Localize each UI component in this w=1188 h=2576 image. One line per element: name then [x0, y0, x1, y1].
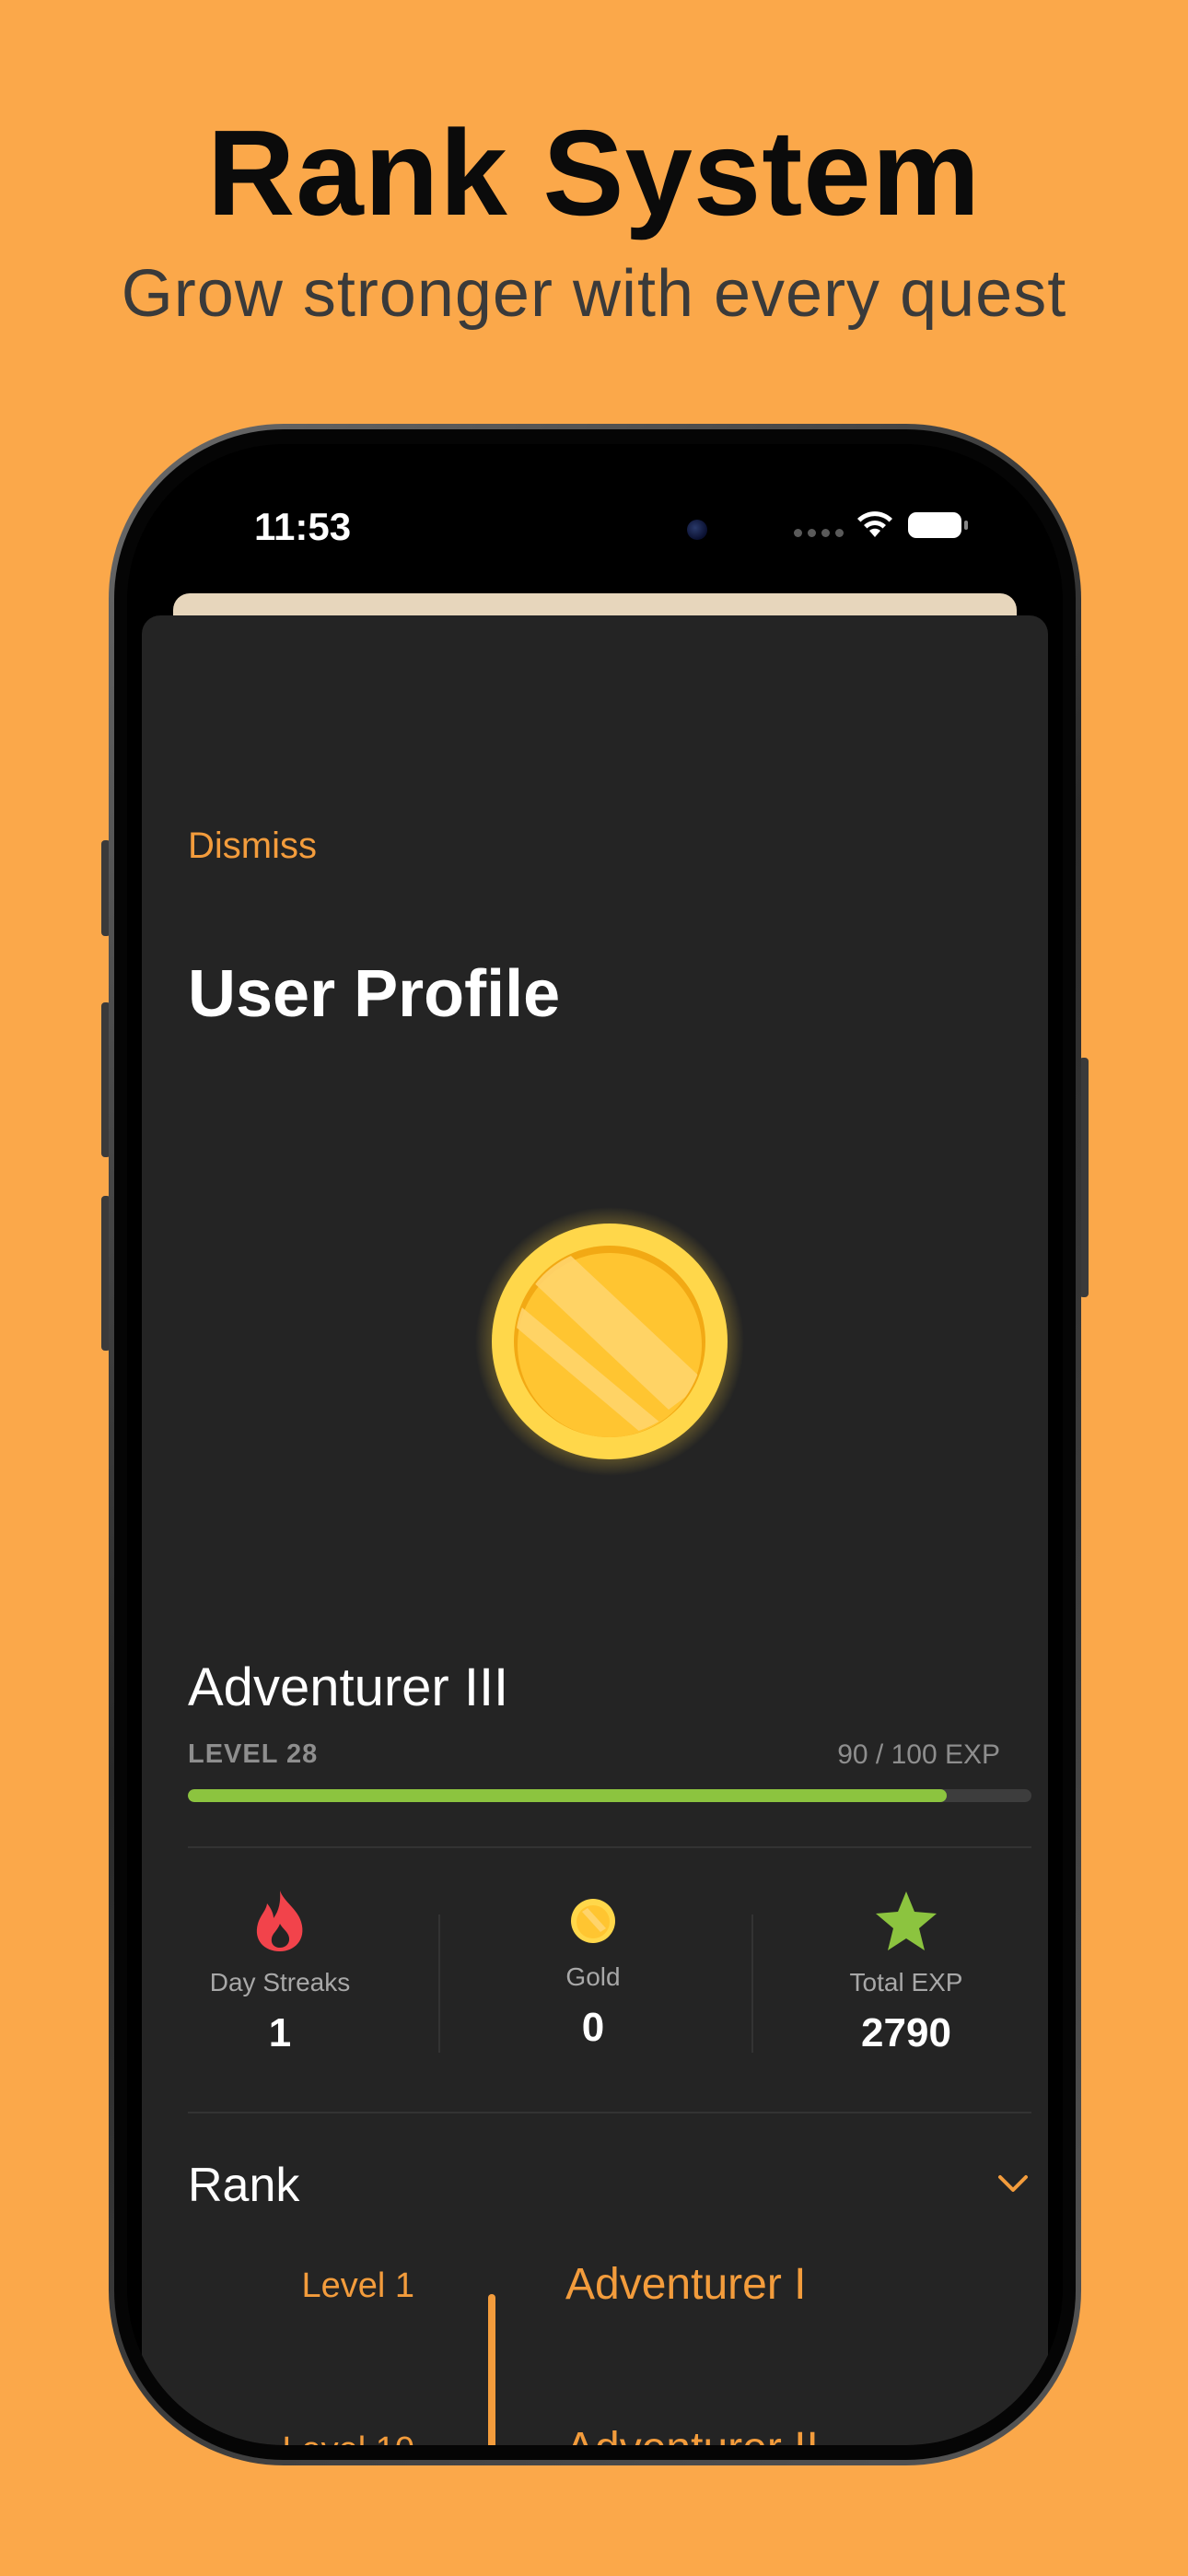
- profile-sheet: Dismiss User Profile Adventurer III LEVE…: [142, 615, 1048, 2445]
- divider: [188, 2112, 1031, 2113]
- rank-coin-icon: [475, 1207, 744, 1476]
- current-rank-name: Adventurer III: [188, 1657, 509, 1717]
- chevron-down-icon[interactable]: [996, 2172, 1030, 2195]
- stat-separator: [438, 1914, 440, 2053]
- promo-title: Rank System: [206, 105, 982, 240]
- rank-title: Adventurer I: [565, 2260, 807, 2309]
- stat-label: Day Streaks: [209, 1968, 351, 1996]
- exp-progress-fill: [188, 1789, 948, 1802]
- promo-subtitle: Grow stronger with every quest: [121, 257, 1067, 331]
- stat-label: Gold: [565, 1962, 621, 1991]
- dismiss-button[interactable]: Dismiss: [188, 825, 317, 867]
- stat-total-exp: Total EXP 2790: [768, 1887, 1044, 2056]
- flame-icon: [142, 1887, 418, 1955]
- rank-timeline-line: [488, 2294, 495, 2445]
- front-camera-icon: [687, 520, 707, 540]
- stat-value: 1: [268, 2010, 292, 2055]
- rank-section-title: Rank: [188, 2159, 300, 2212]
- page-title: User Profile: [188, 957, 561, 1031]
- stat-label: Total EXP: [849, 1968, 963, 1996]
- divider: [188, 1846, 1031, 1848]
- battery-icon: [908, 512, 968, 538]
- stat-value: 0: [581, 2005, 605, 2050]
- level-label: LEVEL 28: [188, 1739, 319, 1769]
- rank-level-label: Level 10: [142, 2430, 414, 2445]
- exp-label: 90 / 100 EXP: [837, 1739, 1000, 1770]
- stat-separator: [751, 1914, 753, 2053]
- cellular-signal-icon: [794, 529, 844, 537]
- wifi-icon: [857, 511, 892, 537]
- rank-title: Adventurer II: [565, 2423, 819, 2445]
- stat-gold: Gold 0: [455, 1887, 731, 2051]
- exp-progress-bar: [188, 1789, 1031, 1802]
- stat-value: 2790: [861, 2010, 951, 2055]
- status-time: 11:53: [254, 505, 352, 548]
- rank-level-label: Level 1: [301, 2266, 414, 2305]
- phone-screen: 11:53 Dismiss User Profile Adventurer II…: [127, 444, 1063, 2445]
- stat-day-streaks: Day Streaks 1: [142, 1887, 418, 2056]
- gold-coin-icon: [455, 1887, 731, 1955]
- star-icon: [768, 1887, 1044, 1955]
